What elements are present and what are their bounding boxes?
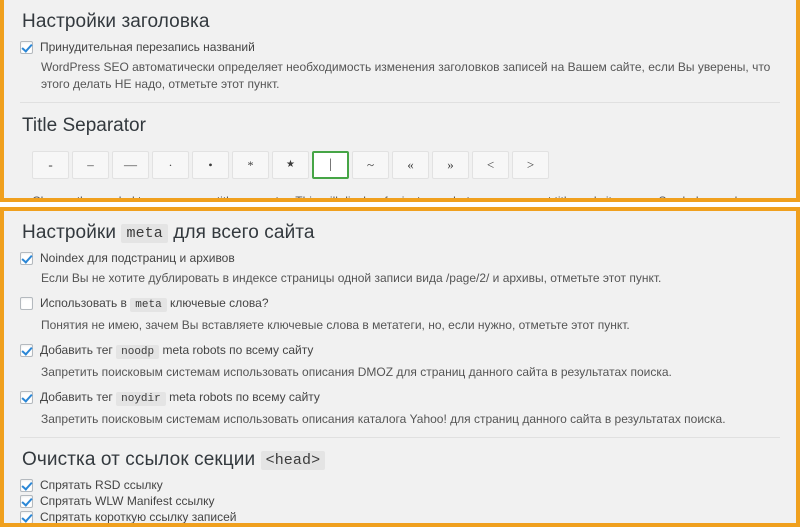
- meta-item-checkbox[interactable]: [20, 391, 33, 404]
- meta-item-label: Использовать в meta ключевые слова?: [40, 296, 269, 313]
- head-cleanup-checkbox[interactable]: [20, 495, 33, 508]
- meta-item-group: Noindex для подстраниц и архивовЕсли Вы …: [4, 251, 796, 287]
- meta-item-label-before: Использовать в: [40, 296, 127, 310]
- meta-item-row[interactable]: Добавить тег noodp meta robots по всему …: [4, 343, 796, 360]
- meta-item-checkbox[interactable]: [20, 344, 33, 357]
- separator-option-en-dash[interactable]: –: [72, 151, 109, 179]
- meta-settings-panel: Настройки meta для всего сайта Noindex д…: [0, 207, 800, 527]
- separator-glyph-pipe: |: [329, 158, 332, 172]
- meta-item-label-before: Добавить тег: [40, 390, 113, 404]
- meta-item-code: noodp: [116, 345, 159, 359]
- head-cleanup-checkbox[interactable]: [20, 511, 33, 524]
- separator-option-tilde[interactable]: ~: [352, 151, 389, 179]
- separator-option-left-guillemet[interactable]: «: [392, 151, 429, 179]
- separator-glyph-middle-dot: ·: [169, 159, 173, 171]
- meta-item-group: Добавить тег noydir meta robots по всему…: [4, 381, 796, 428]
- separator-option-hyphen[interactable]: -: [32, 151, 69, 179]
- meta-settings-panel-inner: Настройки meta для всего сайта Noindex д…: [4, 211, 796, 523]
- separator-glyph-hyphen: -: [48, 158, 52, 171]
- meta-item-code: noydir: [116, 392, 166, 406]
- meta-heading-code: meta: [121, 224, 167, 243]
- meta-item-label: Noindex для подстраниц и архивов: [40, 251, 235, 266]
- separator-option-asterisk[interactable]: *: [232, 151, 269, 179]
- settings-screen: Настройки заголовка Принудительная перез…: [0, 0, 800, 519]
- meta-item-label: Добавить тег noodp meta robots по всему …: [40, 343, 313, 360]
- head-cleanup-heading-code: <head>: [261, 451, 326, 470]
- title-separator-options[interactable]: - – — · • * ★ | ~ « » < >: [4, 137, 796, 179]
- separator-option-pipe[interactable]: |: [312, 151, 349, 179]
- force-rewrite-label: Принудительная перезапись названий: [40, 40, 255, 55]
- meta-item-row[interactable]: Noindex для подстраниц и архивов: [4, 251, 796, 266]
- separator-option-less-than[interactable]: <: [472, 151, 509, 179]
- head-cleanup-label: Спрятать короткую ссылку записей: [40, 510, 237, 525]
- head-cleanup-label: Спрятать RSD ссылку: [40, 478, 163, 493]
- meta-item-group: Добавить тег noodp meta robots по всему …: [4, 334, 796, 381]
- meta-item-group: Использовать в meta ключевые слова?Понят…: [4, 287, 796, 334]
- meta-item-row[interactable]: Использовать в meta ключевые слова?: [4, 296, 796, 313]
- separator-glyph-greater-than: >: [527, 158, 534, 171]
- separator-glyph-left-guillemet: «: [407, 158, 414, 171]
- meta-item-label-after: meta robots по всему сайту: [162, 343, 313, 357]
- title-settings-panel-inner: Настройки заголовка Принудительная перез…: [4, 0, 796, 198]
- title-settings-panel: Настройки заголовка Принудительная перез…: [0, 0, 800, 202]
- separator-glyph-less-than: <: [487, 158, 494, 171]
- meta-item-checkbox[interactable]: [20, 252, 33, 265]
- meta-settings-items: Noindex для подстраниц и архивовЕсли Вы …: [4, 251, 796, 428]
- separator-option-star[interactable]: ★: [272, 151, 309, 179]
- meta-item-row[interactable]: Добавить тег noydir meta robots по всему…: [4, 390, 796, 407]
- title-separator-heading: Title Separator: [4, 103, 796, 137]
- separator-glyph-en-dash: –: [87, 158, 94, 171]
- meta-item-description: Запретить поисковым системам использоват…: [4, 360, 796, 381]
- meta-item-label-after: meta robots по всему сайту: [169, 390, 320, 404]
- head-cleanup-items: Спрятать RSD ссылкуСпрятать WLW Manifest…: [4, 478, 796, 527]
- meta-item-description: Понятия не имею, зачем Вы вставляете клю…: [4, 313, 796, 334]
- separator-glyph-right-guillemet: »: [447, 158, 454, 171]
- separator-option-middle-dot[interactable]: ·: [152, 151, 189, 179]
- separator-glyph-tilde: ~: [367, 158, 374, 171]
- meta-heading-text-before: Настройки: [22, 222, 116, 243]
- title-separator-description: Choose the symbol to use as your title s…: [4, 179, 796, 202]
- head-cleanup-heading-text: Очистка от ссылок секции: [22, 449, 255, 470]
- separator-glyph-bullet: •: [208, 159, 212, 171]
- head-cleanup-label: Спрятать WLW Manifest ссылку: [40, 494, 215, 509]
- meta-item-code: meta: [130, 298, 166, 312]
- force-rewrite-row[interactable]: Принудительная перезапись названий: [4, 40, 796, 55]
- meta-item-checkbox[interactable]: [20, 297, 33, 310]
- head-cleanup-heading: Очистка от ссылок секции <head>: [4, 438, 796, 478]
- separator-glyph-em-dash: —: [124, 158, 137, 171]
- title-settings-heading: Настройки заголовка: [4, 0, 796, 40]
- separator-glyph-asterisk: *: [248, 159, 254, 171]
- separator-option-greater-than[interactable]: >: [512, 151, 549, 179]
- meta-heading-text-after: для всего сайта: [173, 222, 314, 243]
- meta-item-label-before: Noindex для подстраниц и архивов: [40, 251, 235, 265]
- meta-item-description: Запретить поисковым системам использоват…: [4, 407, 796, 428]
- separator-option-bullet[interactable]: •: [192, 151, 229, 179]
- separator-option-em-dash[interactable]: —: [112, 151, 149, 179]
- meta-item-label: Добавить тег noydir meta robots по всему…: [40, 390, 320, 407]
- head-cleanup-row[interactable]: Спрятать короткую ссылку записей: [4, 510, 796, 525]
- meta-item-label-after: ключевые слова?: [170, 296, 268, 310]
- force-rewrite-checkbox[interactable]: [20, 41, 33, 54]
- separator-glyph-star: ★: [286, 160, 295, 170]
- head-cleanup-row[interactable]: Спрятать RSD ссылку: [4, 478, 796, 493]
- force-rewrite-description: WordPress SEO автоматически определяет н…: [4, 55, 796, 93]
- meta-item-description: Если Вы не хотите дублировать в индексе …: [4, 266, 796, 287]
- head-cleanup-row[interactable]: Спрятать WLW Manifest ссылку: [4, 494, 796, 509]
- separator-option-right-guillemet[interactable]: »: [432, 151, 469, 179]
- head-cleanup-checkbox[interactable]: [20, 479, 33, 492]
- meta-item-label-before: Добавить тег: [40, 343, 113, 357]
- meta-settings-heading: Настройки meta для всего сайта: [4, 211, 796, 251]
